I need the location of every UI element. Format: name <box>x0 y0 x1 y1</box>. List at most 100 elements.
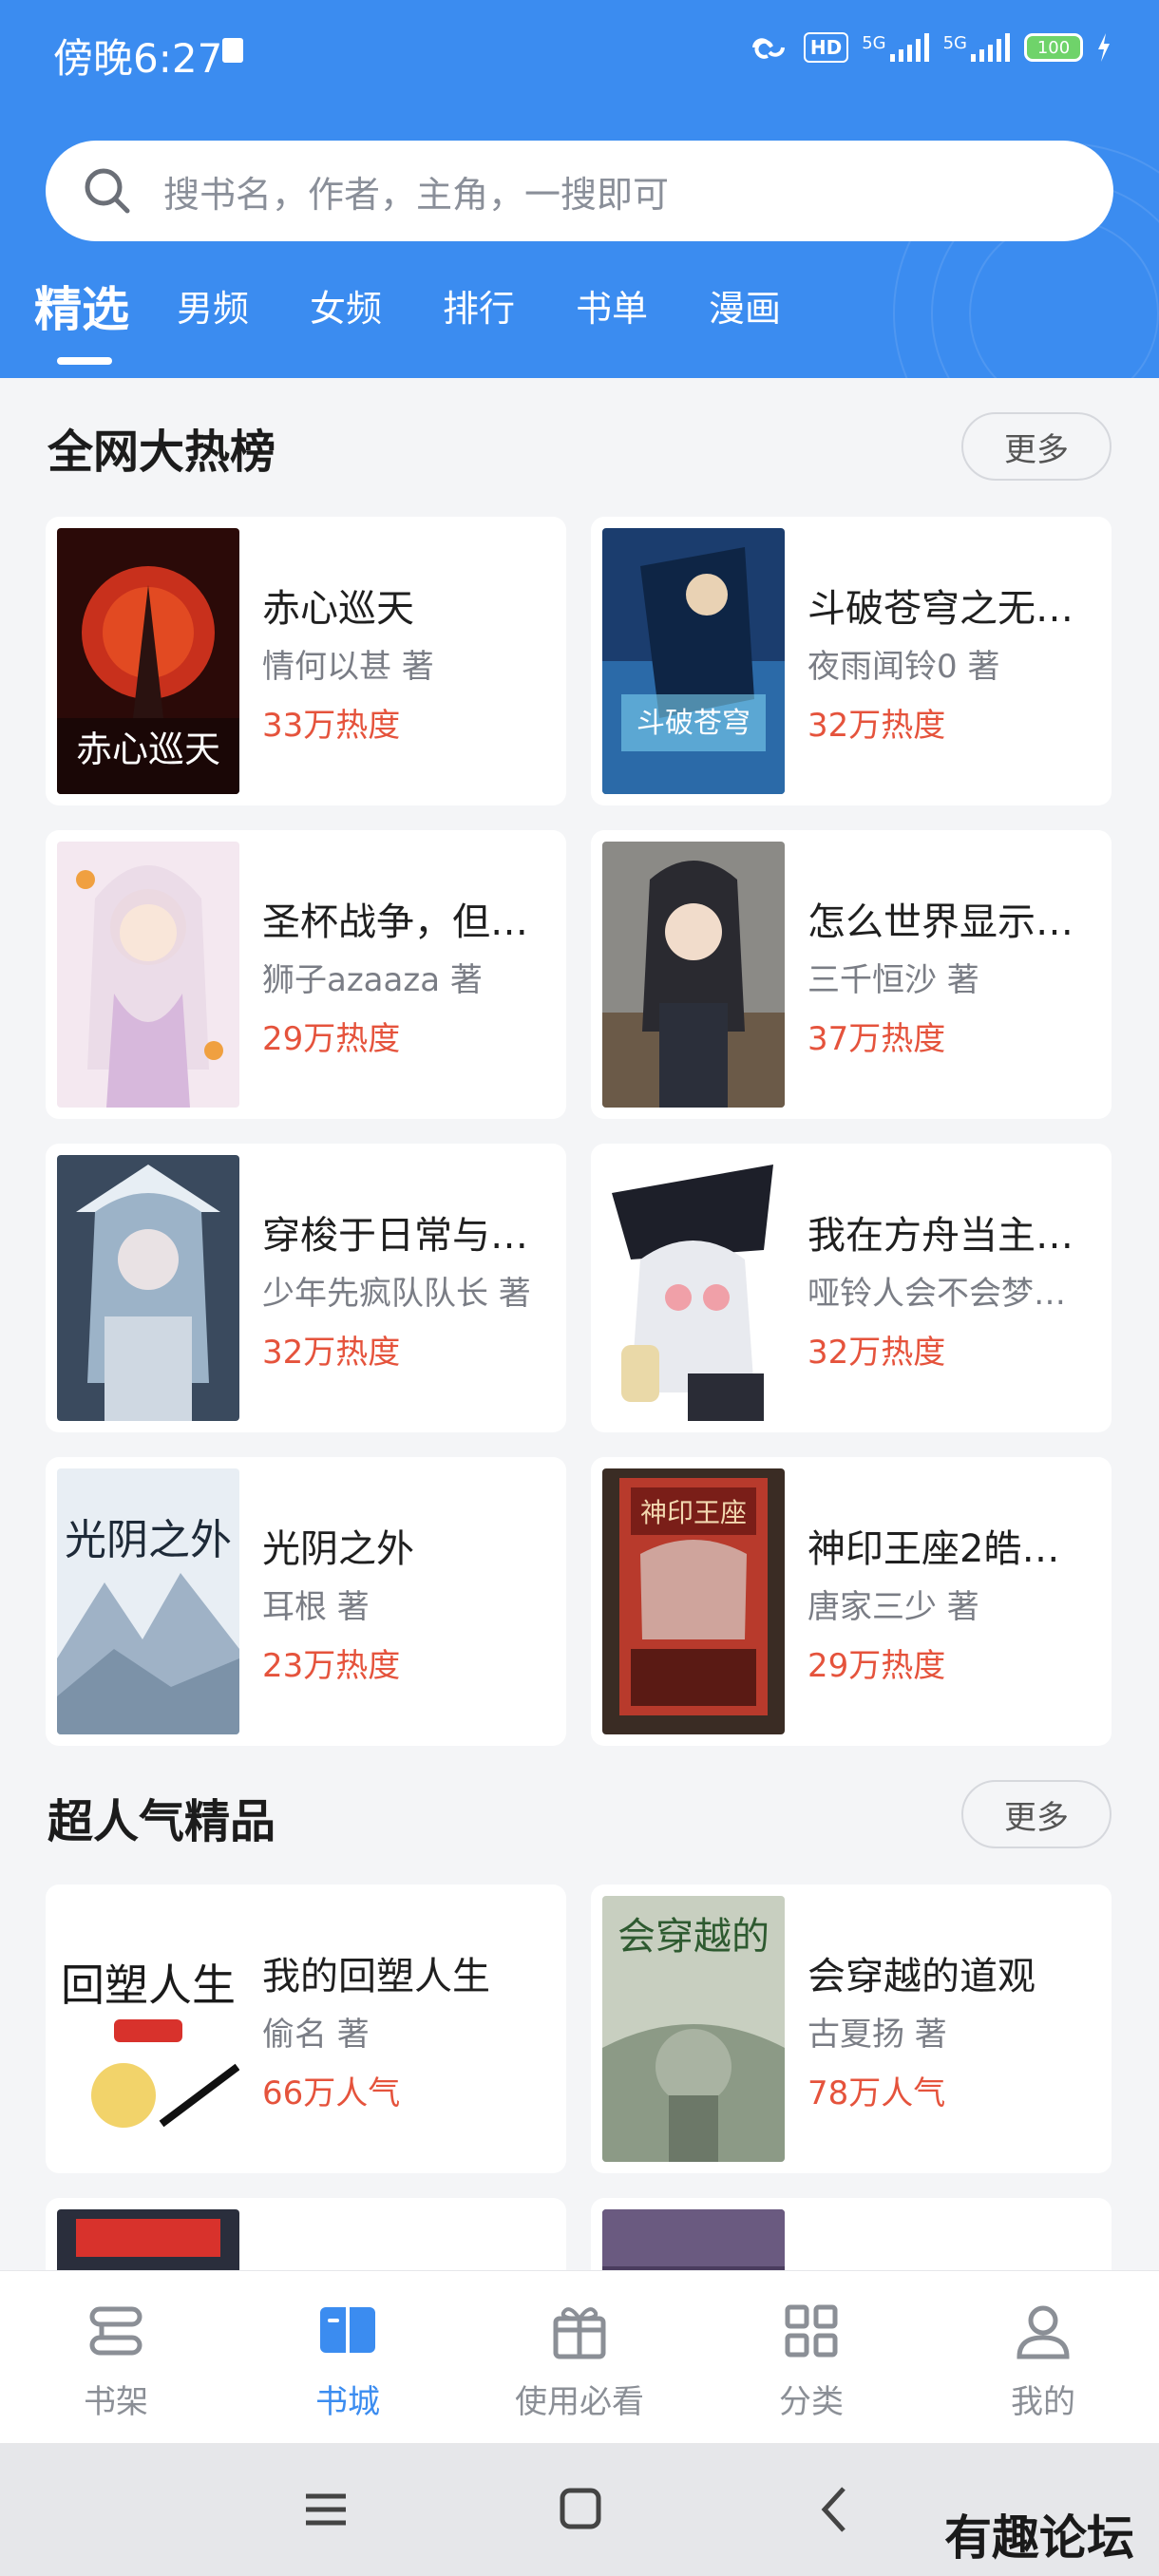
bottom-navigation: 书架 书城 使用必看 分类 我的 <box>0 2270 1159 2443</box>
book-cover: 会穿越的 <box>602 1896 785 2162</box>
svg-text:斗破苍穹: 斗破苍穹 <box>636 707 750 740</box>
status-bar: 傍晚6:27 HD 5G 5G 100 <box>0 0 1159 104</box>
book-title: 穿梭于日常与… <box>262 1214 528 1258</box>
grid-icon <box>785 2304 838 2358</box>
book-card[interactable]: 穿梭于日常与… 少年先疯队队长 著 32万热度 <box>46 1144 566 1432</box>
section-title-hot: 全网大热榜 <box>48 426 276 479</box>
search-bar[interactable]: 搜书名，作者，主角，一搜即可 <box>46 141 1113 241</box>
book-card[interactable]: 回塑人生 我的回塑人生 偷名 著 66万人气 <box>46 1885 566 2173</box>
nav-bookstore[interactable]: 书城 <box>253 2300 443 2422</box>
book-heat: 32万热度 <box>262 1334 401 1372</box>
book-title: 怎么世界显示… <box>808 900 1074 944</box>
header: 傍晚6:27 HD 5G 5G 100 搜书名，作者，主角，一搜即可 精选 男频… <box>0 0 1159 378</box>
book-title: 圣杯战争，但… <box>262 900 528 944</box>
nav-label: 我的 <box>1011 2383 1075 2421</box>
book-heat: 32万热度 <box>808 707 946 745</box>
book-card[interactable]: 圣杯战争，但… 狮子azaaza 著 29万热度 <box>46 830 566 1119</box>
charging-icon <box>1098 33 1110 62</box>
book-cover <box>57 1155 239 1421</box>
bookshelf-icon <box>89 2306 142 2356</box>
book-title: 神印王座2皓… <box>808 1527 1060 1571</box>
book-cover: 赤心巡天 <box>57 528 239 794</box>
nav-guide[interactable]: 使用必看 <box>484 2300 674 2422</box>
nav-label: 使用必看 <box>515 2383 644 2421</box>
book-cover: 神印王座 <box>602 1468 785 1734</box>
battery-icon: 100 <box>1024 33 1083 62</box>
book-card[interactable]: 我在方舟当主… 哑铃人会不会梦… 32万热度 <box>591 1144 1112 1432</box>
hd-icon: HD <box>803 32 849 63</box>
book-open-icon <box>320 2307 375 2353</box>
tab-ranking[interactable]: 排行 <box>443 279 515 331</box>
book-cover <box>57 842 239 1108</box>
book-author: 唐家三少 著 <box>808 1588 979 1626</box>
book-card[interactable]: 斗破苍穹 斗破苍穹之无… 夜雨闻铃0 著 32万热度 <box>591 517 1112 805</box>
book-card[interactable]: 会穿越的 会穿越的道观 古夏扬 著 78万人气 <box>591 1885 1112 2173</box>
book-card[interactable]: 赤心巡天 赤心巡天 情何以甚 著 33万热度 <box>46 517 566 805</box>
book-author: 哑铃人会不会梦… <box>808 1275 1066 1313</box>
book-title: 斗破苍穹之无… <box>808 587 1074 631</box>
user-icon <box>1016 2305 1070 2359</box>
book-title: 会穿越的道观 <box>808 1955 1036 1998</box>
book-author: 偷名 著 <box>262 2016 370 2054</box>
book-cover <box>602 1155 785 1421</box>
svg-text:赤心巡天: 赤心巡天 <box>76 729 220 770</box>
tab-male[interactable]: 男频 <box>177 279 249 331</box>
back-icon[interactable] <box>813 2481 857 2538</box>
book-heat: 29万热度 <box>808 1647 946 1685</box>
book-author: 耳根 著 <box>262 1588 370 1626</box>
menu-icon[interactable] <box>304 2481 348 2538</box>
book-cover: 斗破苍穹 <box>602 528 785 794</box>
network-label: 5G <box>942 33 967 53</box>
nav-bookshelf[interactable]: 书架 <box>21 2300 211 2422</box>
book-card[interactable]: 怎么世界显示… 三千恒沙 著 37万热度 <box>591 830 1112 1119</box>
svg-text:神印王座: 神印王座 <box>640 1497 747 1528</box>
book-author: 夜雨闻铃0 著 <box>808 648 1000 686</box>
tab-female[interactable]: 女频 <box>310 279 382 331</box>
book-heat: 32万热度 <box>808 1334 946 1372</box>
status-time: 傍晚6:27 <box>53 35 223 82</box>
book-author: 三千恒沙 著 <box>808 961 979 999</box>
book-title: 光阴之外 <box>262 1527 414 1571</box>
search-icon <box>85 168 130 214</box>
book-author: 古夏扬 著 <box>808 2016 947 2054</box>
nav-category[interactable]: 分类 <box>716 2300 906 2422</box>
book-author: 情何以甚 著 <box>262 648 434 686</box>
home-icon[interactable] <box>559 2481 602 2538</box>
svg-text:回塑人生: 回塑人生 <box>61 1960 236 2011</box>
more-button-hot[interactable]: 更多 <box>961 412 1112 481</box>
tab-featured[interactable]: 精选 <box>34 272 129 340</box>
category-tabs: 精选 男频 女频 排行 书单 漫画 <box>0 275 1159 370</box>
nav-label: 分类 <box>779 2383 844 2421</box>
book-heat: 33万热度 <box>262 707 401 745</box>
book-cover: 光阴之外 <box>57 1468 239 1734</box>
book-heat: 37万热度 <box>808 1020 946 1058</box>
signal-5g-icon: 5G <box>862 33 929 62</box>
sim-icon <box>222 38 243 63</box>
book-title: 我的回塑人生 <box>262 1955 490 1998</box>
section-title-popular: 超人气精品 <box>48 1795 276 1848</box>
nav-profile[interactable]: 我的 <box>948 2300 1138 2422</box>
signal-5g-icon: 5G <box>943 33 1011 62</box>
watermark: 有趣论坛 <box>944 2510 1134 2566</box>
nav-label: 书架 <box>84 2383 148 2421</box>
book-heat: 23万热度 <box>262 1647 401 1685</box>
gift-icon <box>553 2307 606 2359</box>
svg-text:会穿越的: 会穿越的 <box>618 1915 770 1959</box>
book-heat: 29万热度 <box>262 1020 401 1058</box>
status-icons: HD 5G 5G 100 <box>747 32 1112 63</box>
book-title: 赤心巡天 <box>262 587 414 631</box>
search-placeholder: 搜书名，作者，主角，一搜即可 <box>163 173 670 216</box>
active-tab-indicator <box>57 357 112 365</box>
book-heat: 78万人气 <box>808 2074 946 2112</box>
tab-booklist[interactable]: 书单 <box>576 279 648 331</box>
tab-comics[interactable]: 漫画 <box>709 279 781 331</box>
book-card[interactable]: 神印王座 神印王座2皓… 唐家三少 著 29万热度 <box>591 1457 1112 1746</box>
more-button-popular[interactable]: 更多 <box>961 1780 1112 1848</box>
book-heat: 66万人气 <box>262 2074 401 2112</box>
book-title: 我在方舟当主… <box>808 1214 1074 1258</box>
link-icon <box>751 38 785 59</box>
book-author: 少年先疯队队长 著 <box>262 1275 531 1313</box>
book-card[interactable]: 光阴之外 光阴之外 耳根 著 23万热度 <box>46 1457 566 1746</box>
network-label: 5G <box>862 33 886 53</box>
nav-label: 书城 <box>315 2383 380 2421</box>
